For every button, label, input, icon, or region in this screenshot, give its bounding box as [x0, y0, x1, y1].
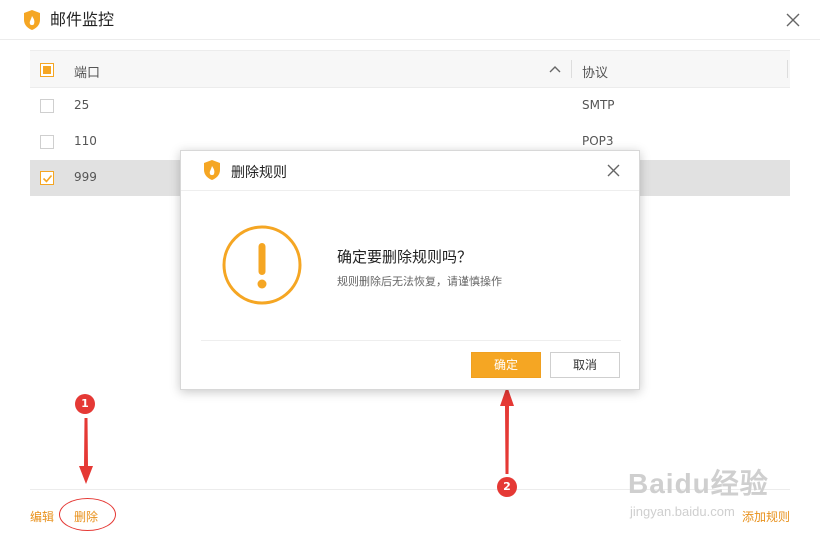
column-header-port[interactable]: 端口 — [74, 62, 100, 81]
cell-port: 25 — [74, 98, 90, 112]
dialog-title: 删除规则 — [231, 165, 287, 181]
annotation-marker-2: 2 — [497, 477, 517, 497]
table-row[interactable]: 25 SMTP — [30, 88, 790, 124]
edit-link[interactable]: 编辑 — [30, 508, 54, 525]
column-divider[interactable] — [571, 60, 572, 78]
watermark: Baidu经验 jingyan.baidu.com — [628, 452, 778, 532]
annotation-arrow-up-icon — [500, 386, 514, 474]
dialog-question: 确定要删除规则吗？ — [337, 248, 473, 266]
cell-port: 999 — [74, 170, 97, 184]
row-checkbox[interactable] — [40, 99, 54, 113]
dialog-subtext: 规则删除后无法恢复，请谨慎操作 — [337, 275, 502, 288]
cell-protocol: SMTP — [582, 98, 615, 112]
warning-icon — [222, 225, 302, 305]
table-header: 端口 协议 — [30, 50, 790, 88]
row-checkbox-checked[interactable] — [40, 171, 54, 185]
cancel-button[interactable]: 取消 — [550, 352, 620, 378]
confirm-button[interactable]: 确定 — [471, 352, 541, 378]
watermark-brand: Baidu经验 — [628, 468, 769, 499]
column-header-protocol[interactable]: 协议 — [582, 62, 608, 81]
select-all-checkbox[interactable] — [40, 63, 54, 77]
watermark-url: jingyan.baidu.com — [630, 504, 735, 519]
cell-port: 110 — [74, 134, 97, 148]
cell-protocol: POP3 — [582, 134, 614, 148]
dialog-divider — [201, 340, 621, 341]
annotation-marker-1: 1 — [75, 394, 95, 414]
annotation-highlight-oval — [59, 498, 116, 531]
close-icon[interactable] — [784, 11, 802, 29]
checkmark-icon — [42, 174, 53, 183]
window-titlebar: 邮件监控 — [0, 0, 820, 40]
window-title: 邮件监控 — [50, 10, 115, 29]
row-checkbox[interactable] — [40, 135, 54, 149]
dialog-header: 删除规则 — [181, 151, 639, 191]
annotation-arrow-down-icon — [79, 418, 93, 484]
sort-ascending-icon[interactable] — [548, 63, 562, 75]
close-icon[interactable] — [606, 163, 621, 178]
delete-confirm-dialog: 删除规则 确定要删除规则吗？ 规则删除后无法恢复，请谨慎操作 确定 取消 — [180, 150, 640, 390]
shield-flame-logo-icon — [24, 10, 40, 30]
column-divider[interactable] — [787, 60, 788, 78]
shield-flame-logo-icon — [204, 160, 220, 180]
